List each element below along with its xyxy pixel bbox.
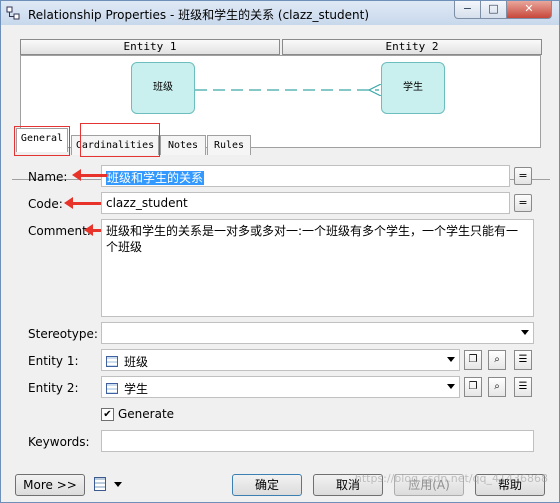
ok-button[interactable]: 确定 xyxy=(232,474,302,496)
tab-general[interactable]: General xyxy=(16,128,68,152)
entity1-header[interactable]: Entity 1 xyxy=(20,39,280,55)
minimize-button[interactable]: − xyxy=(454,1,481,19)
annotation-arrow-code xyxy=(64,197,101,209)
code-field[interactable]: clazz_student xyxy=(101,192,510,214)
entity2-properties-icon[interactable]: ☰ xyxy=(514,377,532,397)
keywords-label: Keywords: xyxy=(28,435,90,449)
preview-entity2[interactable]: 学生 xyxy=(381,62,445,114)
menu-dropdown[interactable] xyxy=(94,476,128,494)
relationship-app-icon xyxy=(6,6,20,20)
name-equals-button[interactable]: = xyxy=(514,167,532,185)
code-label: Code: xyxy=(28,197,63,211)
chevron-down-icon xyxy=(114,482,122,487)
create-entity1-icon[interactable]: ❐ xyxy=(464,350,482,370)
stereotype-label: Stereotype: xyxy=(28,327,98,341)
keywords-field[interactable] xyxy=(101,430,534,452)
annotation-box-cardinalities xyxy=(80,123,160,157)
entity2-header[interactable]: Entity 2 xyxy=(282,39,542,55)
relationship-line xyxy=(195,84,381,96)
generate-label[interactable]: Generate xyxy=(118,407,174,421)
code-equals-button[interactable]: = xyxy=(514,194,532,212)
entity1-properties-icon[interactable]: ☰ xyxy=(514,350,532,370)
table-icon xyxy=(106,356,118,367)
table-icon xyxy=(106,383,118,394)
comment-label: Comment: xyxy=(28,224,91,238)
find-entity2-icon[interactable]: ⌕ xyxy=(488,377,506,397)
generate-checkbox[interactable]: ✔ xyxy=(101,408,114,421)
annotation-arrow-name xyxy=(72,169,107,181)
watermark: https://blog.csdn.net/qq_41436868 xyxy=(354,472,548,485)
find-entity1-icon[interactable]: ⌕ xyxy=(488,350,506,370)
tab-rules[interactable]: Rules xyxy=(207,135,251,155)
create-entity2-icon[interactable]: ❐ xyxy=(464,377,482,397)
entity1-label: Entity 1: xyxy=(28,354,79,368)
annotation-arrow-comment xyxy=(84,224,101,236)
preview-entity1[interactable]: 班级 xyxy=(131,62,195,114)
entity2-combo[interactable]: 学生 xyxy=(101,376,460,398)
entity1-value: 班级 xyxy=(124,355,149,369)
maximize-button[interactable]: □ xyxy=(480,1,507,19)
relationship-properties-window: Relationship Properties - 班级和学生的关系 (claz… xyxy=(0,0,560,503)
chevron-down-icon xyxy=(521,330,529,335)
tab-notes[interactable]: Notes xyxy=(160,135,206,155)
close-button[interactable]: ✕ xyxy=(506,1,552,19)
list-icon xyxy=(94,477,106,491)
name-field[interactable]: 班级和学生的关系 xyxy=(101,165,510,187)
dialog-client-area: Entity 1 Entity 2 班级 学生 General Cardinal… xyxy=(8,29,554,497)
comment-field[interactable]: 班级和学生的关系是一对多或多对一:一个班级有多个学生，一个学生只能有一个班级 xyxy=(101,219,534,317)
name-value: 班级和学生的关系 xyxy=(106,171,205,185)
name-label: Name: xyxy=(28,170,68,184)
entity2-label: Entity 2: xyxy=(28,381,79,395)
stereotype-combo[interactable] xyxy=(101,322,534,344)
window-title: Relationship Properties - 班级和学生的关系 (claz… xyxy=(28,8,370,22)
more-button[interactable]: More >> xyxy=(15,474,85,496)
chevron-down-icon xyxy=(447,357,455,362)
entity1-combo[interactable]: 班级 xyxy=(101,349,460,371)
chevron-down-icon xyxy=(447,384,455,389)
entity2-value: 学生 xyxy=(124,382,149,396)
title-bar[interactable]: Relationship Properties - 班级和学生的关系 (claz… xyxy=(1,1,559,25)
